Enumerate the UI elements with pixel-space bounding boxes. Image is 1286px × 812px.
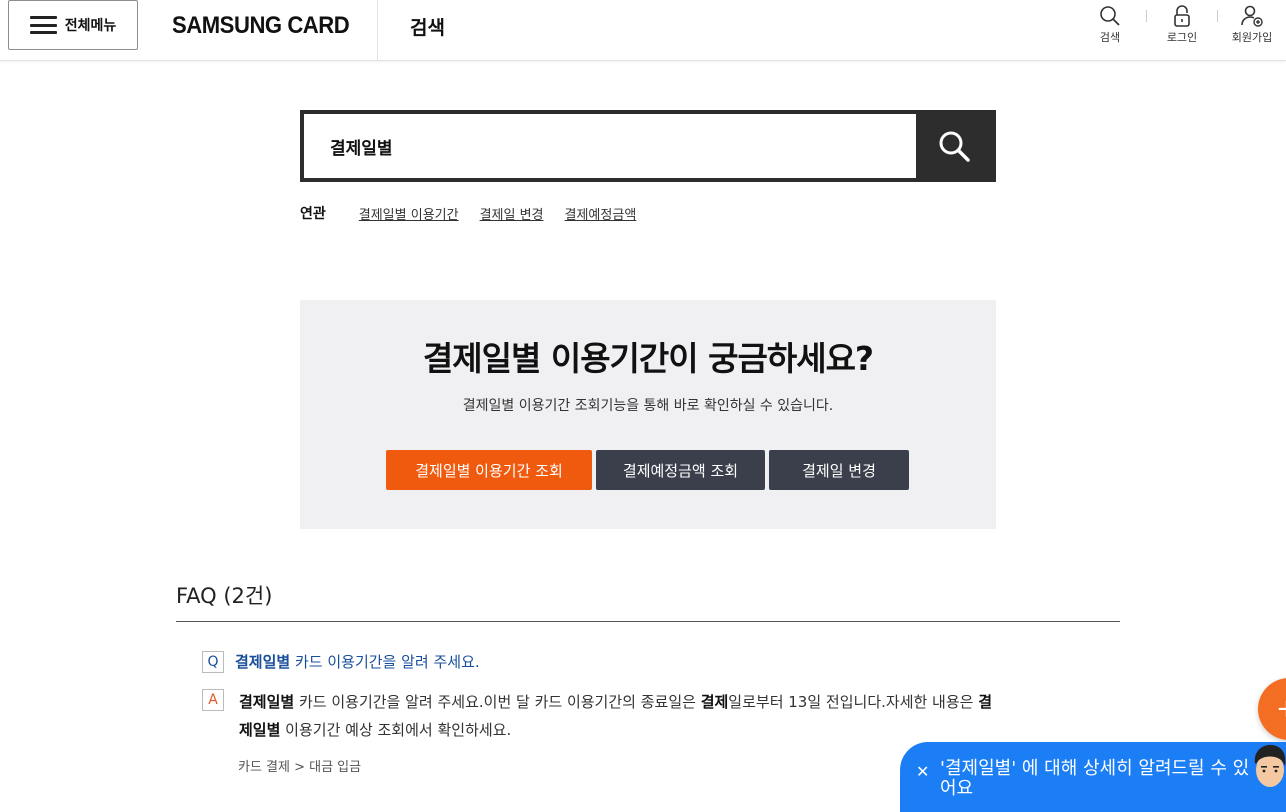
plus-icon: + [1276,694,1286,724]
util-separator [1217,10,1218,22]
floating-plus-button[interactable]: + [1258,678,1286,740]
login-label: 로그인 [1166,31,1198,44]
page-title: 검색 [410,17,445,39]
answer-text: 카드 이용기간을 알려 주세요.이번 달 카드 이용기간의 종료일은 [294,693,701,711]
full-menu-label: 전체메뉴 [64,18,117,34]
chatbot-avatar-icon [1254,744,1286,787]
promo-buttons: 결제일별 이용기간 조회 결제예정금액 조회 결제일 변경 [386,450,909,490]
faq-question-link[interactable]: 결제일별 카드 이용기간을 알려 주세요. [235,651,480,672]
header-search-button[interactable]: 검색 [1080,4,1140,45]
full-menu-button[interactable]: 전체메뉴 [8,0,138,50]
close-icon[interactable]: ✕ [916,762,929,781]
hamburger-icon [29,16,57,34]
search-icon [1100,6,1120,26]
signup-label: 회원가입 [1231,31,1273,44]
answer-text: 일로부터 13일 전입니다.자세한 내용은 [728,693,979,711]
header-search-label: 검색 [1099,31,1121,44]
answer-mark-badge: A [202,689,224,711]
faq-title: FAQ (2건) [176,584,273,608]
search-submit-button[interactable] [916,114,992,178]
related-keyword-link[interactable]: 결제예정금액 [565,204,637,223]
answer-keyword: 결제 [700,693,729,711]
search-input[interactable] [304,114,916,178]
answer-text: 이용기간 예상 조회에서 확인하세요. [280,721,512,739]
search-icon [939,131,970,162]
faq-category-breadcrumb: 카드 결제 > 대금 입금 [238,760,362,775]
chatbot-message: '결제일별' 에 대해 상세히 알려드릴 수 있어요 [940,758,1250,799]
lock-icon [1174,5,1190,27]
promo-title: 결제일별 이용기간이 궁금하세요? [422,339,874,378]
related-keyword-link[interactable]: 결제일 변경 [480,204,544,223]
site-header: 전체메뉴 SAMSUNG CARD 검색 검색 로그인 회원가입 [0,0,1286,61]
faq-answer: 결제일별 카드 이용기간을 알려 주세요.이번 달 카드 이용기간의 종료일은 … [239,688,999,744]
billing-period-lookup-button[interactable]: 결제일별 이용기간 조회 [386,450,592,490]
header-divider [377,0,378,61]
related-keywords: 연관 결제일별 이용기간 결제일 변경 결제예정금액 [300,203,657,223]
chatbot-suggestion-bubble[interactable]: ✕ '결제일별' 에 대해 상세히 알려드릴 수 있어요 [900,742,1286,812]
login-button[interactable]: 로그인 [1152,4,1212,45]
answer-keyword: 결제일별 [239,693,295,711]
scheduled-payment-lookup-button[interactable]: 결제예정금액 조회 [596,450,765,490]
change-payment-date-button[interactable]: 결제일 변경 [769,450,909,490]
samsung-card-logo[interactable]: SAMSUNG CARD [172,12,350,40]
question-mark-badge: Q [202,651,224,673]
promo-description: 결제일별 이용기간 조회기능을 통해 바로 확인하실 수 있습니다. [462,398,834,414]
util-separator [1146,10,1147,22]
related-keyword-link[interactable]: 결제일별 이용기간 [359,204,459,223]
promo-panel: 결제일별 이용기간이 궁금하세요? 결제일별 이용기간 조회기능을 통해 바로 … [300,300,996,529]
search-box [300,110,996,182]
related-label: 연관 [300,206,326,222]
question-text: 카드 이용기간을 알려 주세요. [290,653,480,671]
user-add-icon [1241,5,1263,27]
question-keyword: 결제일별 [235,653,291,671]
faq-divider [176,621,1120,622]
signup-button[interactable]: 회원가입 [1222,4,1282,45]
